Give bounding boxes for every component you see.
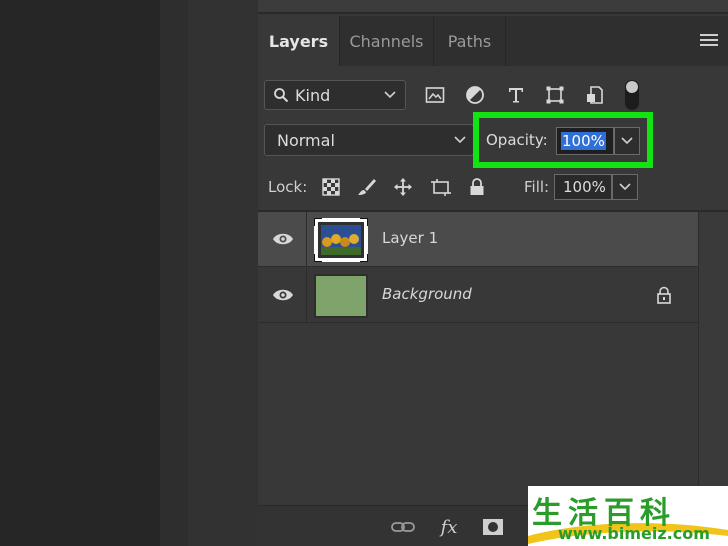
fill-label: Fill:	[524, 178, 550, 196]
layer-thumbnail-fill	[314, 274, 368, 318]
link-layers-icon[interactable]	[390, 516, 416, 538]
layer-lock-icon[interactable]	[656, 286, 672, 304]
row-divider	[258, 322, 698, 323]
fill-value: 100%	[563, 178, 606, 196]
opacity-value: 100%	[561, 132, 606, 150]
watermark-url: www.bimeiz.com	[558, 524, 710, 543]
tab-channels[interactable]: Channels	[340, 16, 434, 66]
layer-style-fx-icon[interactable]: fx	[436, 516, 462, 538]
layer-name: Layer 1	[382, 229, 439, 247]
add-mask-icon[interactable]	[480, 516, 506, 538]
row-divider	[258, 266, 698, 267]
lock-label: Lock:	[268, 178, 308, 196]
toggle-knob	[626, 81, 638, 93]
tab-layers[interactable]: Layers	[258, 16, 340, 66]
fx-label: fx	[440, 516, 458, 538]
blend-mode-value: Normal	[277, 130, 335, 150]
blend-mode-select[interactable]: Normal	[264, 124, 474, 156]
panel-top-strip	[258, 0, 728, 14]
layers-scrollbar[interactable]	[698, 212, 728, 502]
lock-transparent-pixels-icon[interactable]	[320, 176, 342, 198]
filter-kind-label: Kind	[295, 85, 331, 105]
lock-all-icon[interactable]	[466, 176, 488, 198]
image-filter-icon[interactable]	[424, 84, 446, 106]
opacity-input[interactable]: 100%	[556, 127, 614, 155]
layer-row-layer-1[interactable]: Layer 1	[258, 212, 698, 267]
smart-object-filter-icon[interactable]	[584, 84, 606, 106]
fill-input[interactable]: 100%	[554, 174, 612, 200]
adjustment-filter-icon[interactable]	[464, 84, 486, 106]
filter-toggle-switch[interactable]	[625, 80, 639, 110]
chevron-down-icon	[454, 136, 466, 144]
panel-tab-bar: Layers Channels Paths	[258, 16, 728, 66]
eye-column-separator	[306, 268, 307, 322]
canvas-edge	[160, 0, 188, 546]
prevent-autonest-icon[interactable]	[430, 176, 452, 198]
eye-column-separator	[306, 212, 307, 266]
lock-image-pixels-icon[interactable]	[356, 176, 378, 198]
chevron-down-icon	[621, 137, 633, 145]
opacity-label: Opacity:	[486, 131, 548, 149]
layer-row-background[interactable]: Background	[258, 268, 698, 323]
filter-kind-select[interactable]: Kind	[264, 80, 406, 110]
panel-gutter	[188, 0, 258, 546]
shape-filter-icon[interactable]	[544, 84, 566, 106]
lock-position-icon[interactable]	[392, 176, 414, 198]
type-filter-icon[interactable]	[505, 84, 527, 106]
panel-menu-icon[interactable]	[700, 34, 718, 48]
watermark-logo: 生活百科 www.bimeiz.com	[528, 486, 728, 546]
layer-name: Background	[382, 285, 472, 303]
tab-paths[interactable]: Paths	[434, 16, 506, 66]
chevron-down-icon	[384, 91, 396, 99]
fill-dropdown-button[interactable]	[612, 174, 638, 200]
chevron-down-icon	[619, 183, 631, 191]
eye-icon[interactable]	[272, 286, 294, 304]
document-canvas[interactable]	[0, 0, 160, 546]
search-icon	[274, 88, 289, 103]
eye-icon[interactable]	[272, 230, 294, 248]
layer-thumbnail-image	[314, 218, 368, 262]
opacity-dropdown-button[interactable]	[614, 127, 640, 155]
layers-panel: Layers Channels Paths Kind Normal Opacit…	[258, 0, 728, 546]
